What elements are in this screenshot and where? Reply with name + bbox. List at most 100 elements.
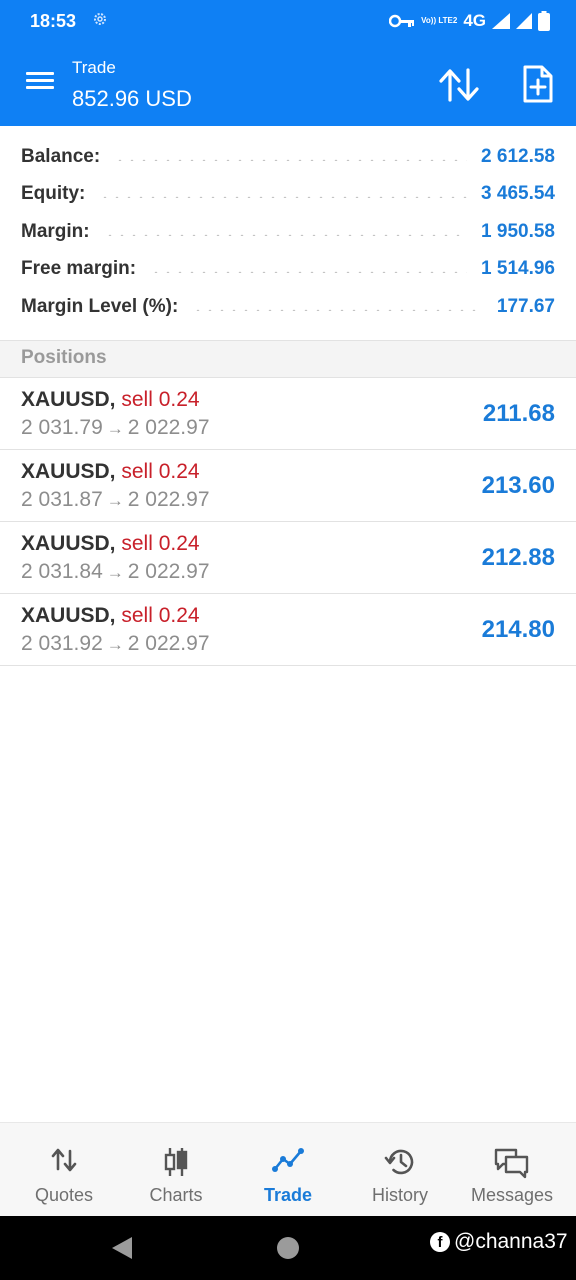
summary-value: 1 950.58 xyxy=(481,220,555,242)
nav-history[interactable]: History xyxy=(344,1123,456,1217)
history-icon xyxy=(384,1149,414,1175)
summary-label: Margin Level (%): xyxy=(21,295,179,317)
arrow-right-icon: → xyxy=(106,635,124,654)
watermark: f @channa37 xyxy=(430,1230,568,1254)
settings-gear-icon xyxy=(94,13,106,25)
position-prices: 2 031.84 → 2 022.97 xyxy=(21,560,210,584)
charts-icon xyxy=(164,1148,188,1176)
battery-icon xyxy=(538,11,550,31)
position-profit: 211.68 xyxy=(482,400,555,427)
summary-row-balance: Balance: 2 612.58 xyxy=(0,138,576,176)
position-side: sell 0.24 xyxy=(121,604,200,627)
positions-list: XAUUSD, sell 0.24 2 031.79 → 2 022.97 211.… xyxy=(0,378,576,666)
signal-2-icon xyxy=(516,13,532,29)
app-bar-title: 852.96 USD xyxy=(72,86,192,111)
new-order-icon[interactable] xyxy=(516,64,558,104)
volte-label: Vo)) LTE2 xyxy=(421,16,458,25)
watermark-handle: @channa37 xyxy=(454,1230,568,1253)
nav-messages[interactable]: Messages xyxy=(456,1123,568,1217)
summary-row-margin: Margin: 1 950.58 xyxy=(0,213,576,251)
arrow-right-icon: → xyxy=(106,491,124,510)
summary-row-free-margin: Free margin: 1 514.96 xyxy=(0,251,576,289)
position-title: XAUUSD, sell 0.24 xyxy=(21,532,200,556)
quotes-icon xyxy=(51,1148,77,1172)
system-navigation-bar: f @channa37 xyxy=(0,1216,576,1280)
dotted-leader xyxy=(114,158,468,161)
position-title: XAUUSD, sell 0.24 xyxy=(21,460,200,484)
facebook-icon: f xyxy=(430,1232,450,1252)
nav-label: History xyxy=(371,1185,428,1205)
status-icons: Vo)) LTE2 4G xyxy=(389,10,550,32)
positions-header-label: Positions xyxy=(21,347,107,368)
open-price: 2 031.84 xyxy=(21,560,103,583)
summary-label: Free margin: xyxy=(21,258,137,280)
position-row[interactable]: XAUUSD, sell 0.24 2 031.79 → 2 022.97 211.… xyxy=(0,378,576,450)
position-symbol: XAUUSD, xyxy=(21,460,116,483)
back-icon[interactable] xyxy=(110,1236,134,1260)
nav-label: Quotes xyxy=(34,1185,94,1205)
position-row[interactable]: XAUUSD, sell 0.24 2 031.84 → 2 022.97 212.… xyxy=(0,522,576,594)
summary-value: 1 514.96 xyxy=(481,258,555,280)
summary-label: Balance: xyxy=(21,145,101,167)
position-prices: 2 031.79 → 2 022.97 xyxy=(21,416,210,440)
app-bar: Trade 852.96 USD xyxy=(0,42,576,126)
menu-icon-line xyxy=(26,86,54,89)
position-symbol: XAUUSD, xyxy=(21,532,116,555)
bottom-navigation: Quotes Charts Trade History Messages xyxy=(0,1122,576,1216)
position-profit: 212.88 xyxy=(481,544,555,571)
summary-row-equity: Equity: 3 465.54 xyxy=(0,176,576,214)
current-price: 2 022.97 xyxy=(127,488,210,511)
nav-label: Messages xyxy=(470,1185,554,1205)
current-price: 2 022.97 xyxy=(127,416,210,439)
signal-icon xyxy=(492,13,510,29)
arrow-right-icon: → xyxy=(106,563,124,582)
sort-icon[interactable] xyxy=(438,66,480,104)
account-summary: Balance: 2 612.58 Equity: 3 465.54 Margi… xyxy=(0,138,576,326)
menu-button[interactable] xyxy=(24,68,60,98)
nav-trade[interactable]: Trade xyxy=(232,1123,344,1217)
position-symbol: XAUUSD, xyxy=(21,604,116,627)
position-profit: 214.80 xyxy=(481,616,555,643)
home-icon[interactable] xyxy=(277,1237,299,1259)
open-price: 2 031.87 xyxy=(21,488,103,511)
summary-value: 177.67 xyxy=(496,295,555,317)
position-row[interactable]: XAUUSD, sell 0.24 2 031.92 → 2 022.97 214.… xyxy=(0,594,576,666)
current-price: 2 022.97 xyxy=(127,632,210,655)
arrow-right-icon: → xyxy=(106,419,124,438)
position-side: sell 0.24 xyxy=(121,460,200,483)
dotted-leader xyxy=(99,196,468,199)
nav-label: Trade xyxy=(263,1185,313,1205)
menu-icon-line xyxy=(26,72,54,75)
dotted-leader xyxy=(103,233,468,236)
app-bar-subtitle: Trade xyxy=(72,58,116,77)
position-side: sell 0.24 xyxy=(121,532,200,555)
positions-section-header: Positions xyxy=(0,340,576,378)
status-time: 18:53 xyxy=(30,11,77,31)
messages-icon xyxy=(494,1148,529,1179)
network-type: 4G xyxy=(463,11,486,30)
open-price: 2 031.92 xyxy=(21,632,103,655)
open-price: 2 031.79 xyxy=(21,416,103,439)
position-side: sell 0.24 xyxy=(121,388,200,411)
status-bar: 18:53 Vo)) LTE2 4G xyxy=(0,0,576,42)
nav-charts[interactable]: Charts xyxy=(120,1123,232,1217)
position-prices: 2 031.92 → 2 022.97 xyxy=(21,632,210,656)
key-icon xyxy=(389,14,415,28)
summary-row-margin-level: Margin Level (%): 177.67 xyxy=(0,288,576,326)
position-row[interactable]: XAUUSD, sell 0.24 2 031.87 → 2 022.97 213.… xyxy=(0,450,576,522)
summary-value: 3 465.54 xyxy=(481,183,555,205)
position-profit: 213.60 xyxy=(481,472,555,499)
dotted-leader xyxy=(192,308,483,311)
current-price: 2 022.97 xyxy=(127,560,210,583)
summary-value: 2 612.58 xyxy=(481,145,555,167)
nav-quotes[interactable]: Quotes xyxy=(8,1123,120,1217)
dotted-leader xyxy=(150,271,468,274)
nav-label: Charts xyxy=(149,1185,203,1205)
position-symbol: XAUUSD, xyxy=(21,388,116,411)
trade-icon xyxy=(272,1148,304,1172)
summary-label: Equity: xyxy=(21,183,86,205)
position-title: XAUUSD, sell 0.24 xyxy=(21,388,200,412)
summary-label: Margin: xyxy=(21,220,90,242)
position-prices: 2 031.87 → 2 022.97 xyxy=(21,488,210,512)
menu-icon-line xyxy=(26,79,54,82)
